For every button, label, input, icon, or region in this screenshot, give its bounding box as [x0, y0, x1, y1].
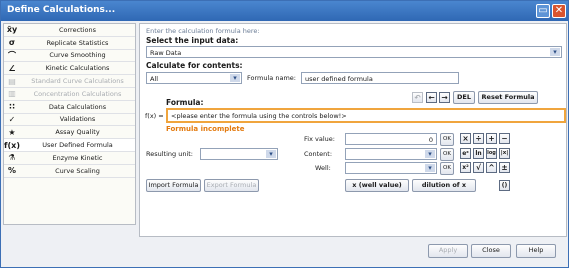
input-data-heading: Select the input data: — [146, 36, 239, 45]
content-ok-button[interactable]: OK — [440, 148, 454, 161]
abs-button[interactable]: |x| — [499, 148, 510, 159]
contents-select[interactable]: All ▾ — [146, 72, 242, 84]
help-button[interactable]: Help — [516, 244, 556, 258]
data-calc-icon: ∷ — [9, 102, 15, 112]
square-button[interactable]: x² — [460, 162, 471, 173]
maximize-button[interactable]: ▭ — [536, 4, 550, 18]
sidebar-item-label: Corrections — [58, 25, 96, 34]
export-formula-button[interactable]: Export Formula — [204, 179, 259, 192]
dilution-button[interactable]: dilution of x — [412, 179, 476, 192]
scaling-icon: % — [7, 166, 16, 176]
sidebar-item-replicate-statistics[interactable]: σ Replicate Statistics — [4, 37, 135, 50]
sigma-icon: σ — [8, 38, 16, 48]
undo-icon[interactable]: ↶ — [412, 92, 423, 103]
sidebar-item-label: Replicate Statistics — [46, 38, 109, 47]
x-y-icon: x̄y — [6, 25, 18, 35]
enzyme-icon: ⚗ — [8, 153, 16, 163]
assay-quality-icon: ★ — [8, 127, 16, 137]
sidebar-item-enzyme-kinetic[interactable]: ⚗ Enzyme Kinetic — [4, 152, 135, 165]
del-button[interactable]: DEL — [453, 91, 475, 104]
sidebar-item-label: Kinetic Calculations — [45, 64, 110, 73]
resulting-unit-label: Resulting unit: — [146, 150, 193, 158]
fx-label: f(x) = — [145, 112, 164, 120]
validations-icon: ✓ — [8, 114, 16, 124]
apply-button[interactable]: Apply — [428, 244, 468, 258]
sidebar-item-curve-scaling[interactable]: % Curve Scaling — [4, 165, 135, 178]
multiply-button[interactable]: × — [460, 133, 471, 144]
ln-button[interactable]: ln — [473, 148, 484, 159]
resulting-unit-select[interactable]: ▾ — [200, 148, 278, 160]
power-button[interactable]: ^ — [486, 162, 497, 173]
content-label: Content: — [304, 150, 333, 158]
exp-button[interactable]: eˣ — [460, 148, 471, 159]
divide-button[interactable]: ÷ — [473, 133, 484, 144]
sidebar-item-label: Concentration Calculations — [33, 89, 122, 98]
close-button[interactable]: Close — [471, 244, 511, 258]
sidebar-item-corrections[interactable]: x̄y Corrections — [4, 24, 135, 37]
sidebar-item-label: Enzyme Kinetic — [52, 153, 103, 162]
hint-text: Enter the calculation formula here: — [146, 27, 260, 35]
sidebar-item-label: Assay Quality — [55, 128, 100, 137]
plus-minus-button[interactable]: ± — [499, 162, 510, 173]
sidebar-item-label: Curve Scaling — [55, 166, 100, 175]
parentheses-button[interactable]: () — [499, 180, 510, 191]
formula-input[interactable]: <please enter the formula using the cont… — [166, 108, 566, 123]
sqrt-button[interactable]: √ — [473, 162, 484, 173]
sidebar-item-standard-curve[interactable]: ▤ Standard Curve Calculations — [4, 75, 135, 88]
plus-button[interactable]: + — [486, 133, 497, 144]
contents-heading: Calculate for contents: — [146, 61, 243, 70]
sidebar-item-data-calculations[interactable]: ∷ Data Calculations — [4, 101, 135, 114]
formula-name-label: Formula name: — [247, 74, 296, 82]
formula-label: Formula: — [166, 98, 204, 107]
sidebar-item-label: User Defined Formula — [42, 141, 113, 150]
title-bar: Define Calculations... ▭ ✕ — [1, 1, 568, 21]
chevron-down-icon: ▾ — [266, 150, 276, 158]
window-title: Define Calculations... — [7, 5, 116, 15]
reset-formula-button[interactable]: Reset Formula — [478, 91, 538, 104]
sidebar-item-curve-smoothing[interactable]: ⌒ Curve Smoothing — [4, 50, 135, 63]
sidebar-item-label: Curve Smoothing — [49, 51, 106, 60]
sidebar-item-user-defined-formula[interactable]: f(x) User Defined Formula — [4, 139, 135, 152]
input-data-select[interactable]: Raw Data ▾ — [146, 46, 562, 58]
sidebar-item-assay-quality[interactable]: ★ Assay Quality — [4, 126, 135, 140]
chevron-down-icon: ▾ — [550, 48, 560, 56]
import-formula-button[interactable]: Import Formula — [146, 179, 201, 192]
content-select[interactable]: ▾ — [345, 148, 437, 160]
close-window-button[interactable]: ✕ — [552, 4, 566, 18]
arrow-right-icon[interactable]: → — [439, 92, 450, 103]
sidebar-item-validations[interactable]: ✓ Validations — [4, 114, 135, 127]
contents-value: All — [150, 75, 159, 83]
fix-value-ok-button[interactable]: OK — [440, 133, 454, 146]
well-label: Well: — [315, 164, 331, 172]
well-ok-button[interactable]: OK — [440, 162, 454, 175]
standard-curve-icon: ▤ — [8, 76, 16, 86]
kinetic-icon: ∠ — [8, 63, 16, 73]
sidebar-item-concentration[interactable]: ▥ Concentration Calculations — [4, 88, 135, 101]
sidebar-item-label: Validations — [59, 115, 96, 124]
sidebar-item-label: Standard Curve Calculations — [31, 77, 124, 86]
formula-status: Formula incomplete — [166, 125, 245, 133]
concentration-icon: ▥ — [8, 89, 16, 99]
minus-button[interactable]: − — [499, 133, 510, 144]
formula-icon: f(x) — [4, 140, 20, 150]
log-button[interactable]: log — [486, 148, 497, 159]
define-calculations-window: Define Calculations... ▭ ✕ x̄y Correction… — [0, 0, 569, 268]
fix-value-field[interactable]: 0 — [345, 133, 437, 145]
chevron-down-icon: ▾ — [425, 164, 435, 172]
sidebar-item-kinetic-calculations[interactable]: ∠ Kinetic Calculations — [4, 62, 135, 76]
arrow-left-icon[interactable]: ← — [426, 92, 437, 103]
well-value-button[interactable]: x (well value) — [345, 179, 409, 192]
sidebar-item-label: Data Calculations — [48, 102, 107, 111]
curve-smoothing-icon: ⌒ — [8, 50, 16, 60]
chevron-down-icon: ▾ — [230, 74, 240, 82]
formula-name-field[interactable]: user defined formula — [301, 72, 459, 84]
input-data-value: Raw Data — [150, 49, 182, 57]
well-select[interactable]: ▾ — [345, 162, 437, 174]
formula-editor-panel: Enter the calculation formula here: Sele… — [139, 23, 567, 237]
fix-value-label: Fix value: — [304, 135, 335, 143]
calculation-type-sidebar: x̄y Corrections σ Replicate Statistics ⌒ Cu… — [3, 23, 136, 225]
chevron-down-icon: ▾ — [425, 150, 435, 158]
